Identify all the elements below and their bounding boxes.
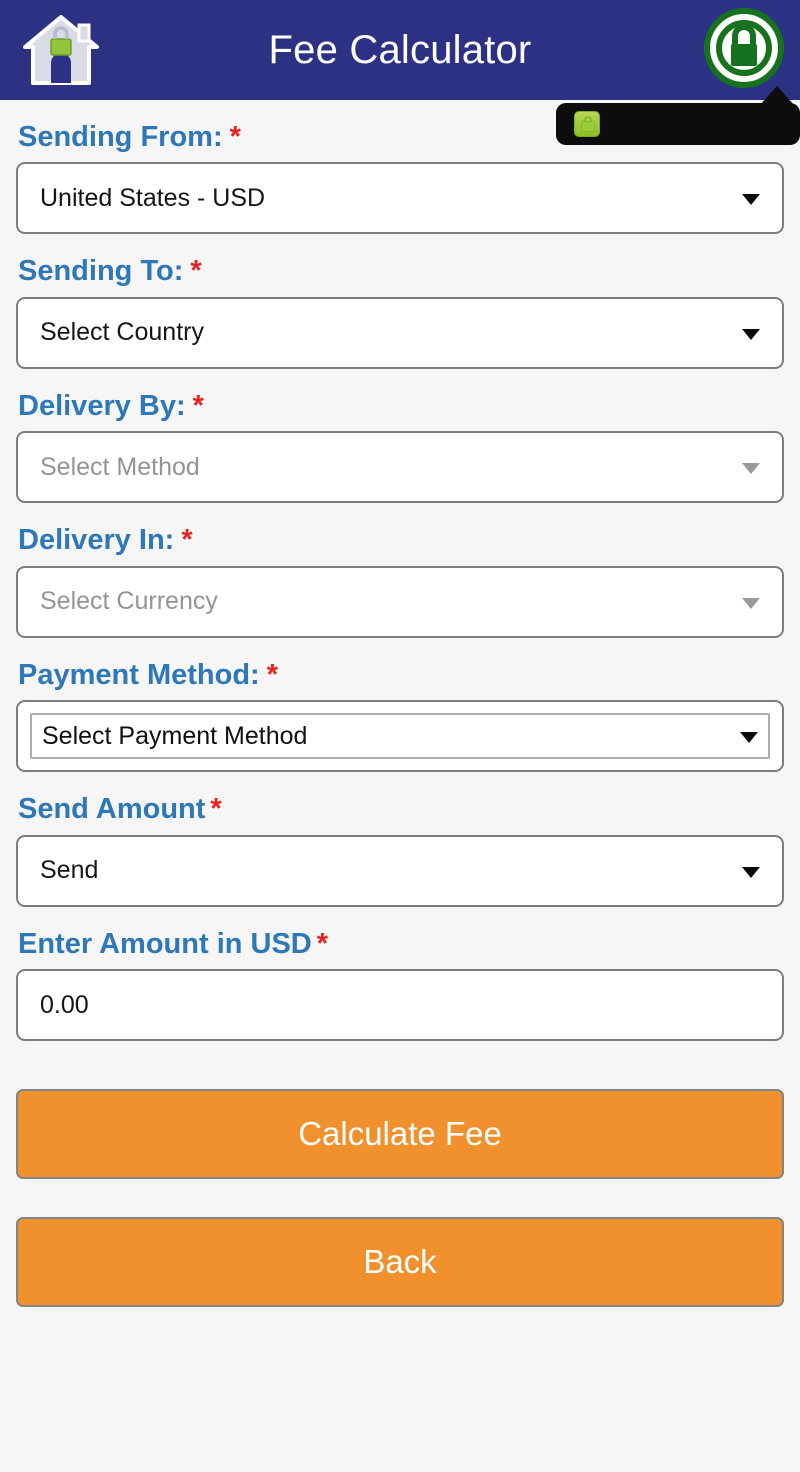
label-delivery-in-text: Delivery In:: [18, 524, 175, 557]
chevron-down-icon: [742, 597, 760, 609]
select-payment-method-wrapper[interactable]: Select Payment Method: [16, 700, 784, 773]
secure-tooltip[interactable]: [556, 103, 800, 145]
secure-lock-circle-icon: [704, 8, 784, 88]
chevron-down-icon: [740, 732, 758, 744]
home-button[interactable]: [18, 10, 104, 90]
select-sending-to-value: Select Country: [40, 318, 204, 347]
select-send-amount[interactable]: Send: [16, 834, 784, 907]
chevron-down-icon: [742, 463, 760, 475]
label-delivery-in: Delivery In: *: [18, 525, 784, 555]
select-sending-to[interactable]: Select Country: [16, 296, 784, 369]
back-button[interactable]: Back: [16, 1217, 784, 1308]
label-send-amount-text: Send Amount: [18, 793, 206, 826]
label-payment-method: Payment Method: *: [18, 660, 784, 690]
required-asterisk: *: [266, 658, 278, 691]
secure-session-button[interactable]: [700, 4, 788, 92]
select-payment-method[interactable]: Select Payment Method: [30, 713, 770, 760]
app-header: Fee Calculator: [0, 0, 800, 100]
label-sending-to: Sending To: *: [18, 256, 784, 286]
select-delivery-by[interactable]: Select Method: [16, 431, 784, 504]
required-asterisk: *: [181, 524, 193, 557]
chevron-down-icon: [742, 866, 760, 878]
home-lock-icon: [23, 15, 99, 85]
chevron-down-icon: [742, 194, 760, 206]
tooltip-pointer: [760, 86, 794, 105]
required-asterisk: *: [192, 389, 204, 422]
label-delivery-by: Delivery By: *: [18, 391, 784, 421]
select-payment-method-value: Select Payment Method: [42, 721, 308, 750]
label-payment-method-text: Payment Method:: [18, 658, 260, 691]
input-enter-amount-wrapper[interactable]: 0.00: [16, 969, 784, 1042]
select-sending-from[interactable]: United States - USD: [16, 162, 784, 235]
chevron-down-icon: [742, 328, 760, 340]
label-send-amount: Send Amount *: [18, 794, 784, 824]
select-send-amount-value: Send: [40, 856, 99, 885]
required-asterisk: *: [229, 121, 241, 153]
select-delivery-in-value: Select Currency: [40, 587, 218, 616]
required-asterisk: *: [210, 793, 222, 826]
padlock-icon: [574, 111, 600, 137]
fee-calculator-form: Sending From: * United States - USD Sendi…: [0, 121, 800, 1308]
label-sending-from-text: Sending From:: [18, 121, 223, 153]
label-enter-amount-text: Enter Amount in USD: [18, 927, 312, 960]
select-delivery-by-value: Select Method: [40, 452, 200, 481]
select-delivery-in[interactable]: Select Currency: [16, 565, 784, 638]
select-sending-from-value: United States - USD: [40, 183, 266, 212]
input-enter-amount-value: 0.00: [40, 990, 89, 1019]
required-asterisk: *: [190, 255, 202, 288]
label-sending-to-text: Sending To:: [18, 255, 184, 288]
page-title: Fee Calculator: [268, 28, 532, 72]
label-delivery-by-text: Delivery By:: [18, 389, 186, 422]
calculate-fee-button[interactable]: Calculate Fee: [16, 1089, 784, 1180]
label-enter-amount: Enter Amount in USD *: [18, 927, 784, 960]
required-asterisk: *: [316, 927, 329, 960]
